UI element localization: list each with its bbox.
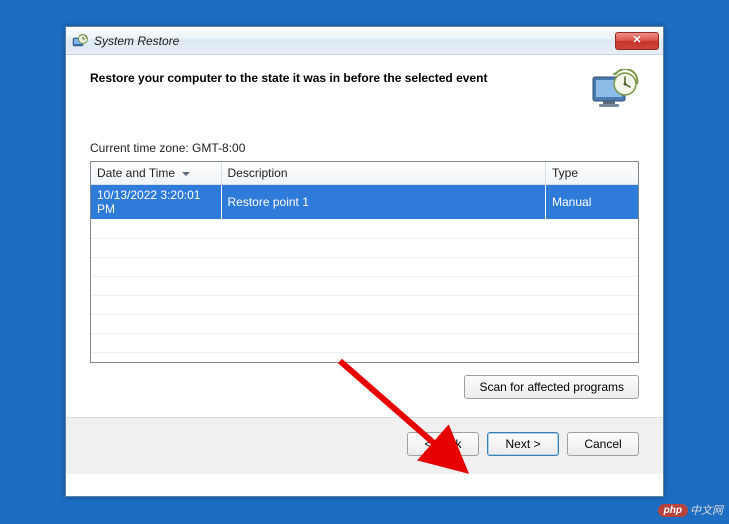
table-row bbox=[91, 276, 638, 295]
next-button[interactable]: Next > bbox=[487, 432, 559, 456]
table-row[interactable]: 10/13/2022 3:20:01 PM Restore point 1 Ma… bbox=[91, 185, 638, 220]
cancel-button[interactable]: Cancel bbox=[567, 432, 639, 456]
watermark: php 中文网 bbox=[658, 502, 723, 518]
table-row bbox=[91, 238, 638, 257]
table-row bbox=[91, 314, 638, 333]
close-icon: ✕ bbox=[632, 35, 641, 46]
column-header-type[interactable]: Type bbox=[546, 162, 638, 185]
column-header-description[interactable]: Description bbox=[221, 162, 546, 185]
restore-points-table[interactable]: Date and Time Description Type 10/13/202… bbox=[90, 161, 639, 363]
timezone-label: Current time zone: GMT-8:00 bbox=[90, 141, 639, 155]
table-row bbox=[91, 333, 638, 352]
table-row bbox=[91, 219, 638, 238]
watermark-text: 中文网 bbox=[690, 502, 723, 518]
back-button[interactable]: < Back bbox=[407, 432, 479, 456]
column-header-date[interactable]: Date and Time bbox=[91, 162, 221, 185]
close-button[interactable]: ✕ bbox=[615, 32, 659, 50]
table-row bbox=[91, 257, 638, 276]
cell-date: 10/13/2022 3:20:01 PM bbox=[91, 185, 221, 220]
dialog-content: Restore your computer to the state it wa… bbox=[66, 55, 663, 474]
table-row bbox=[91, 352, 638, 363]
cell-description: Restore point 1 bbox=[221, 185, 546, 220]
system-restore-dialog: System Restore ✕ Restore your computer t… bbox=[65, 26, 664, 497]
scan-affected-programs-button[interactable]: Scan for affected programs bbox=[464, 375, 639, 399]
sort-indicator-icon bbox=[182, 172, 190, 176]
wizard-footer: < Back Next > Cancel bbox=[66, 418, 663, 474]
watermark-badge: php bbox=[658, 504, 688, 517]
window-title: System Restore bbox=[94, 34, 615, 48]
titlebar: System Restore ✕ bbox=[66, 27, 663, 55]
cell-type: Manual bbox=[546, 185, 638, 220]
dialog-heading: Restore your computer to the state it wa… bbox=[90, 69, 579, 85]
table-row bbox=[91, 295, 638, 314]
system-restore-app-icon bbox=[72, 33, 88, 49]
restore-monitor-icon bbox=[591, 69, 639, 111]
